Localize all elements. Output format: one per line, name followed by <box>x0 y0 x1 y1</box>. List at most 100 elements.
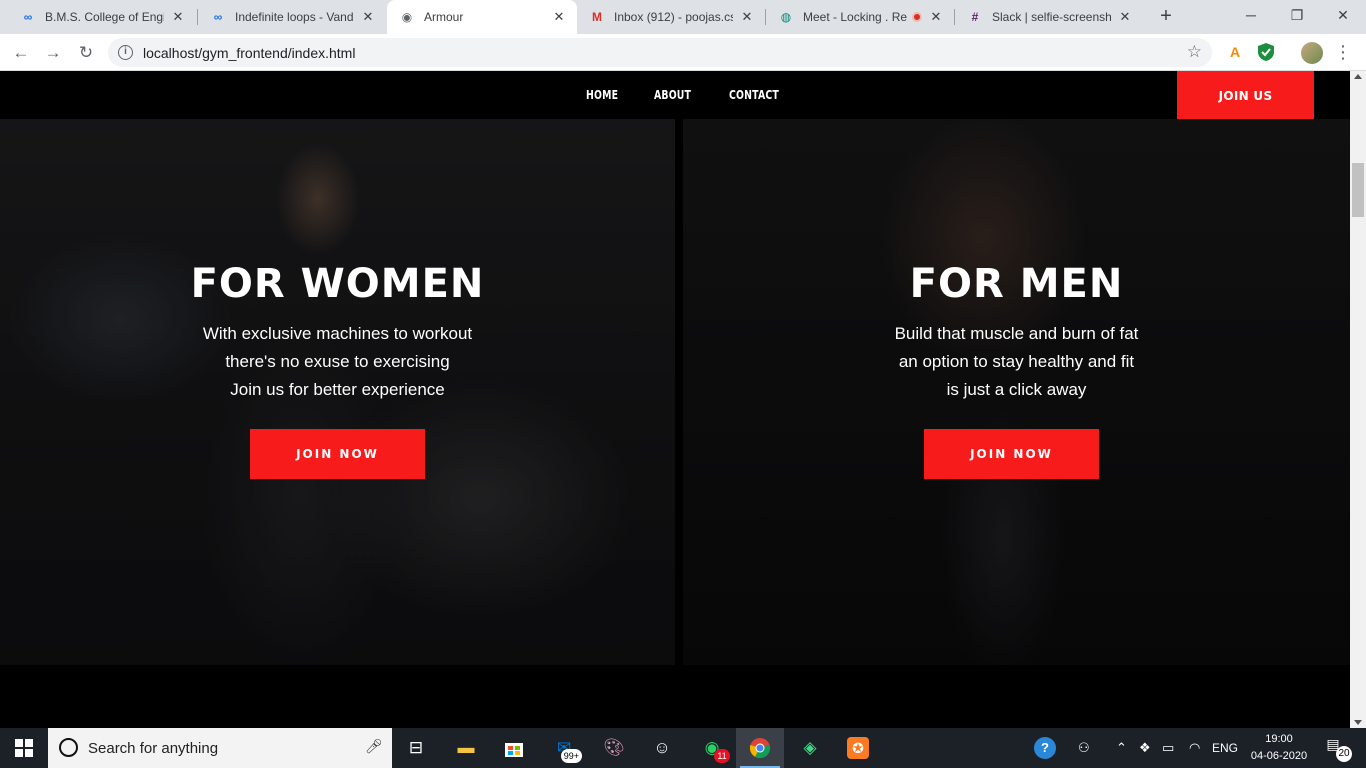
help-icon[interactable]: ? <box>1034 728 1056 768</box>
notification-count: 20 <box>1336 746 1352 762</box>
men-line: is just a click away <box>946 380 1087 399</box>
link-icon: ∞ <box>213 10 223 24</box>
file-explorer-icon[interactable]: ▬ <box>442 728 490 768</box>
women-line: there's no exuse to exercising <box>225 352 450 371</box>
tab-title: Armour <box>424 10 464 24</box>
profile-avatar[interactable] <box>1301 42 1323 64</box>
men-line: Build that muscle and burn of fat <box>894 324 1139 343</box>
info-icon[interactable]: i <box>118 45 133 60</box>
browser-tab[interactable]: M Inbox (912) - poojas.cs1 ✕ <box>577 0 765 34</box>
tab-title: B.M.S. College of Engin <box>45 10 164 24</box>
men-line: an option to stay healthy and fit <box>898 352 1135 371</box>
show-hidden-icons-icon[interactable]: ⌃ <box>1116 728 1127 768</box>
slack-icon: # <box>971 10 979 24</box>
women-line: Join us for better experience <box>230 380 445 399</box>
nav-about-link[interactable]: ABOUT <box>654 88 691 102</box>
battery-icon[interactable]: ▭ <box>1162 728 1174 768</box>
mail-icon[interactable]: ✉ 99+ <box>540 728 588 768</box>
join-us-button[interactable]: JOIN US <box>1177 71 1314 120</box>
women-content: FOR WOMEN With exclusive machines to wor… <box>0 119 675 665</box>
browser-toolbar: ← → ↻ i localhost/gym_frontend/index.htm… <box>0 34 1366 71</box>
browser-tab[interactable]: # Slack | selfie-screenshot ✕ <box>955 0 1143 34</box>
close-icon[interactable]: ✕ <box>170 9 186 25</box>
page-scrollbar[interactable] <box>1350 71 1366 728</box>
cortana-icon <box>59 738 78 757</box>
scrollbar-thumb[interactable] <box>1352 163 1364 217</box>
url-text[interactable]: localhost/gym_frontend/index.html <box>143 45 355 61</box>
people-icon[interactable]: ⚇ <box>1078 728 1090 768</box>
browser-menu-icon[interactable]: ⋮ <box>1334 40 1352 64</box>
women-title: FOR WOMEN <box>190 261 485 307</box>
close-window-button[interactable]: ✕ <box>1320 0 1366 30</box>
close-icon[interactable]: ✕ <box>1117 9 1133 25</box>
address-bar[interactable]: i localhost/gym_frontend/index.html ☆ <box>108 38 1212 67</box>
shield-extension-icon[interactable] <box>1256 42 1276 62</box>
tab-title: Meet - Locking . Re <box>803 10 908 24</box>
nav-contact-link[interactable]: CONTACT <box>729 88 779 102</box>
scroll-down-icon[interactable] <box>1354 720 1362 725</box>
paint-icon[interactable]: 🎨︎ <box>590 728 638 768</box>
pdf-reader-icon[interactable]: ☺ <box>638 728 686 768</box>
scroll-up-icon[interactable] <box>1354 74 1362 79</box>
new-tab-button[interactable]: + <box>1154 5 1178 29</box>
clock-time: 19:00 <box>1265 733 1293 745</box>
reload-button[interactable]: ↻ <box>73 40 99 66</box>
taskbar: Search for anything 🎤︎ ⊟ ▬ ✉ 99+ 🎨︎ ☺ ◉ 11… <box>0 728 1366 768</box>
taskbar-search[interactable]: Search for anything 🎤︎ <box>48 728 392 768</box>
nav-links: HOME ABOUT CONTACT <box>586 71 793 119</box>
women-join-now-button[interactable]: JOIN NOW <box>250 429 425 479</box>
browser-tab[interactable]: ◍ Meet - Locking . Re ✕ <box>766 0 954 34</box>
tab-title: Inbox (912) - poojas.cs1 <box>614 10 733 24</box>
start-button[interactable] <box>0 728 48 768</box>
nav-home-link[interactable]: HOME <box>586 88 618 102</box>
men-content: FOR MEN Build that muscle and burn of fa… <box>683 119 1350 665</box>
task-view-icon[interactable]: ⊟ <box>392 728 440 768</box>
microphone-icon[interactable]: 🎤︎ <box>365 738 383 755</box>
close-icon[interactable]: ✕ <box>739 9 755 25</box>
globe-icon: ◉ <box>401 10 413 24</box>
whatsapp-badge: 11 <box>714 749 730 763</box>
dropbox-icon[interactable]: ❖ <box>1139 728 1151 768</box>
store-icon[interactable] <box>490 728 538 768</box>
restore-button[interactable]: ❐ <box>1274 0 1320 30</box>
men-join-now-button[interactable]: JOIN NOW <box>924 429 1099 479</box>
browser-tab[interactable]: ∞ B.M.S. College of Engin ✕ <box>8 0 196 34</box>
tab-title: Indefinite loops - Vande <box>235 10 354 24</box>
minimize-button[interactable]: ─ <box>1228 0 1274 30</box>
action-center-icon[interactable]: ▤ 20 <box>1320 736 1352 762</box>
men-panel: FOR MEN Build that muscle and burn of fa… <box>683 119 1350 665</box>
browser-tab-strip: ∞ B.M.S. College of Engin ✕ ∞ Indefinite… <box>0 0 1366 34</box>
recording-icon <box>912 12 922 22</box>
tab-title: Slack | selfie-screenshot <box>992 10 1111 24</box>
men-title: FOR MEN <box>909 261 1124 307</box>
language-indicator[interactable]: ENG <box>1212 728 1238 768</box>
windows-logo-icon <box>15 739 33 757</box>
browser-tab-active[interactable]: ◉ Armour ✕ <box>387 0 577 34</box>
bookmark-star-icon[interactable]: ☆ <box>1187 42 1202 62</box>
whatsapp-icon[interactable]: ◉ 11 <box>688 728 736 768</box>
gmail-icon: M <box>592 10 602 24</box>
search-placeholder: Search for anything <box>88 740 219 757</box>
back-button[interactable]: ← <box>8 40 34 66</box>
link-icon: ∞ <box>23 10 33 24</box>
android-studio-icon[interactable]: ◈ <box>786 728 834 768</box>
forward-button[interactable]: → <box>40 40 66 66</box>
wifi-icon[interactable]: ◠ <box>1189 728 1200 768</box>
women-line: With exclusive machines to workout <box>202 324 473 343</box>
women-description: With exclusive machines to workout there… <box>0 320 675 404</box>
men-description: Build that muscle and burn of fat an opt… <box>683 320 1350 404</box>
close-icon[interactable]: ✕ <box>928 9 944 25</box>
meet-icon: ◍ <box>780 10 792 24</box>
close-icon[interactable]: ✕ <box>551 9 567 25</box>
xampp-icon[interactable]: ✪ <box>834 728 882 768</box>
extension-icon[interactable]: A <box>1225 42 1245 62</box>
browser-tab[interactable]: ∞ Indefinite loops - Vande ✕ <box>198 0 386 34</box>
mail-badge: 99+ <box>560 749 582 763</box>
site-navbar: HOME ABOUT CONTACT JOIN US <box>0 71 1350 120</box>
page-viewport: HOME ABOUT CONTACT JOIN US FOR WOMEN Wit… <box>0 71 1350 728</box>
close-icon[interactable]: ✕ <box>360 9 376 25</box>
clock-date: 04-06-2020 <box>1250 750 1308 762</box>
women-panel: FOR WOMEN With exclusive machines to wor… <box>0 119 675 665</box>
system-clock[interactable]: 19:00 04-06-2020 <box>1250 731 1308 765</box>
chrome-icon[interactable] <box>736 728 784 768</box>
